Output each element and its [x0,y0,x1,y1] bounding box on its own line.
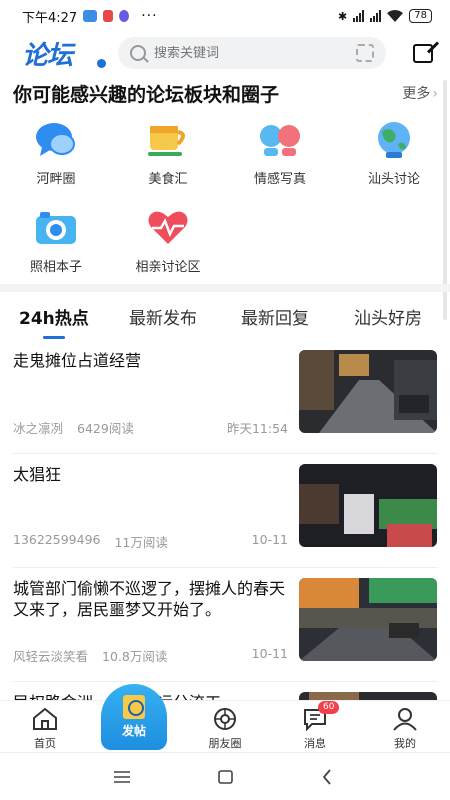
more-link[interactable]: 更多 › [402,83,438,103]
section-divider [0,284,450,292]
logo-dot [97,58,106,68]
forum-item-xiangqin[interactable]: 相亲讨论区 [112,208,224,275]
post-meta: 冰之凛冽 6429阅读 昨天11:54 [13,418,288,437]
nav-label: 朋友圈 [208,737,242,750]
post-views: 10.8万阅读 [102,649,168,664]
interest-section-header: 你可能感兴趣的论坛板块和圈子 更多 › [0,78,450,108]
bottom-navigation: 首页 朋友圈 60 消息 我的 [0,700,450,752]
chevron-right-icon: › [432,86,438,102]
home-icon [32,707,58,731]
home-square-icon[interactable] [218,770,233,784]
search-input[interactable] [154,45,356,61]
tab-latest-posts[interactable]: 最新发布 [129,304,197,329]
system-navigation [0,752,450,800]
user-icon [392,707,418,731]
more-notifications-icon: ··· [141,8,158,24]
nav-messages[interactable]: 60 消息 [280,701,350,751]
post-title: 城管部门偷懒不巡逻了，摆摊人的春天又来了，居民噩梦又开始了。 [13,579,286,619]
post-meta: 13622599496 11万阅读 10-11 [13,532,288,551]
feed-tabs: 24h热点 最新发布 最新回复 汕头好房 [0,296,450,339]
menu-icon[interactable] [114,771,130,783]
battery-indicator: 78 [409,9,432,23]
forum-label: 照相本子 [29,260,82,275]
tab-shantou-housing[interactable]: 汕头好房 [354,304,422,329]
wifi-icon [387,10,404,22]
globe-icon [372,120,416,160]
forum-item-shantou[interactable]: 汕头讨论 [338,120,450,187]
post-title: 走鬼摊位占道经营 [13,351,142,370]
section-title: 你可能感兴趣的论坛板块和圈子 [13,83,280,106]
forum-label: 汕头讨论 [367,172,420,187]
logo-text: 论坛 [22,40,73,71]
post-author: 风轻云淡笑看 [13,649,89,664]
post-item[interactable]: 城管部门偷懒不巡逻了，摆摊人的春天又来了，居民噩梦又开始了。 风轻云淡笑看 10… [0,568,450,682]
app-notification-icon [83,10,98,22]
messages-badge: 60 [318,701,340,714]
post-item[interactable]: 太猖狂 13622599496 11万阅读 10-11 [0,454,450,568]
post-meta: 风轻云淡笑看 10.8万阅读 10-11 [13,646,288,665]
post-author: 冰之凛冽 [13,421,64,436]
compose-icon[interactable] [412,41,440,65]
back-icon[interactable] [322,769,332,785]
tab-latest-replies[interactable]: 最新回复 [241,304,309,329]
post-title: 太猖狂 [13,465,62,484]
post-author: 13622599496 [13,532,101,547]
nav-friends[interactable]: 朋友圈 [190,707,260,751]
signal-icon [370,10,382,22]
post-views: 11万阅读 [114,535,168,550]
forum-item-zhaoxiang[interactable]: 照相本子 [0,208,112,275]
tab-24h-hot[interactable]: 24h热点 [19,304,89,339]
post-date: 昨天11:54 [226,421,288,436]
post-thumbnail [299,578,437,661]
post-item[interactable]: 走鬼摊位占道经营 冰之凛冽 6429阅读 昨天11:54 [0,340,450,454]
aperture-icon [212,707,238,731]
search-icon [130,45,146,61]
post-date: 10-11 [251,646,288,661]
app-notification-icon [119,10,130,22]
status-time: 下午4:27 [22,10,78,26]
post-icon [123,695,145,719]
forum-label: 河畔圈 [36,172,76,187]
forum-item-hepanquan[interactable]: 河畔圈 [0,120,112,187]
play-store-icon [103,10,114,22]
forum-item-meishihui[interactable]: 美食汇 [112,120,224,187]
post-button[interactable]: 发帖 [101,684,167,750]
couple-icon [258,120,302,160]
post-label: 发帖 [121,724,146,738]
message-icon: 60 [302,701,340,732]
post-views: 6429阅读 [77,421,134,436]
search-bar[interactable] [118,37,386,69]
forum-item-qinggan[interactable]: 情感写真 [224,120,336,187]
forum-label: 美食汇 [148,172,188,187]
nav-home[interactable]: 首页 [10,707,80,751]
scan-icon[interactable] [356,44,374,62]
chat-bubble-icon [34,120,78,160]
nav-label: 我的 [394,737,416,750]
nav-label: 消息 [304,737,326,750]
camera-icon [34,208,78,248]
nav-label: 首页 [34,737,56,750]
heart-icon [146,208,190,248]
status-bar: 下午4:27 ··· ✱ 78 [0,0,450,32]
forum-label: 情感写真 [253,172,306,187]
forum-label: 相亲讨论区 [135,260,201,275]
post-date: 10-11 [251,532,288,547]
nav-mine[interactable]: 我的 [370,707,440,751]
bluetooth-icon: ✱ [338,9,348,23]
forum-logo: 论坛 [22,35,112,72]
signal-icon [353,10,365,22]
post-thumbnail [299,464,437,547]
app-header: 论坛 [0,32,450,74]
cup-icon [146,120,190,160]
post-thumbnail [299,350,437,433]
more-label: 更多 [402,86,431,102]
